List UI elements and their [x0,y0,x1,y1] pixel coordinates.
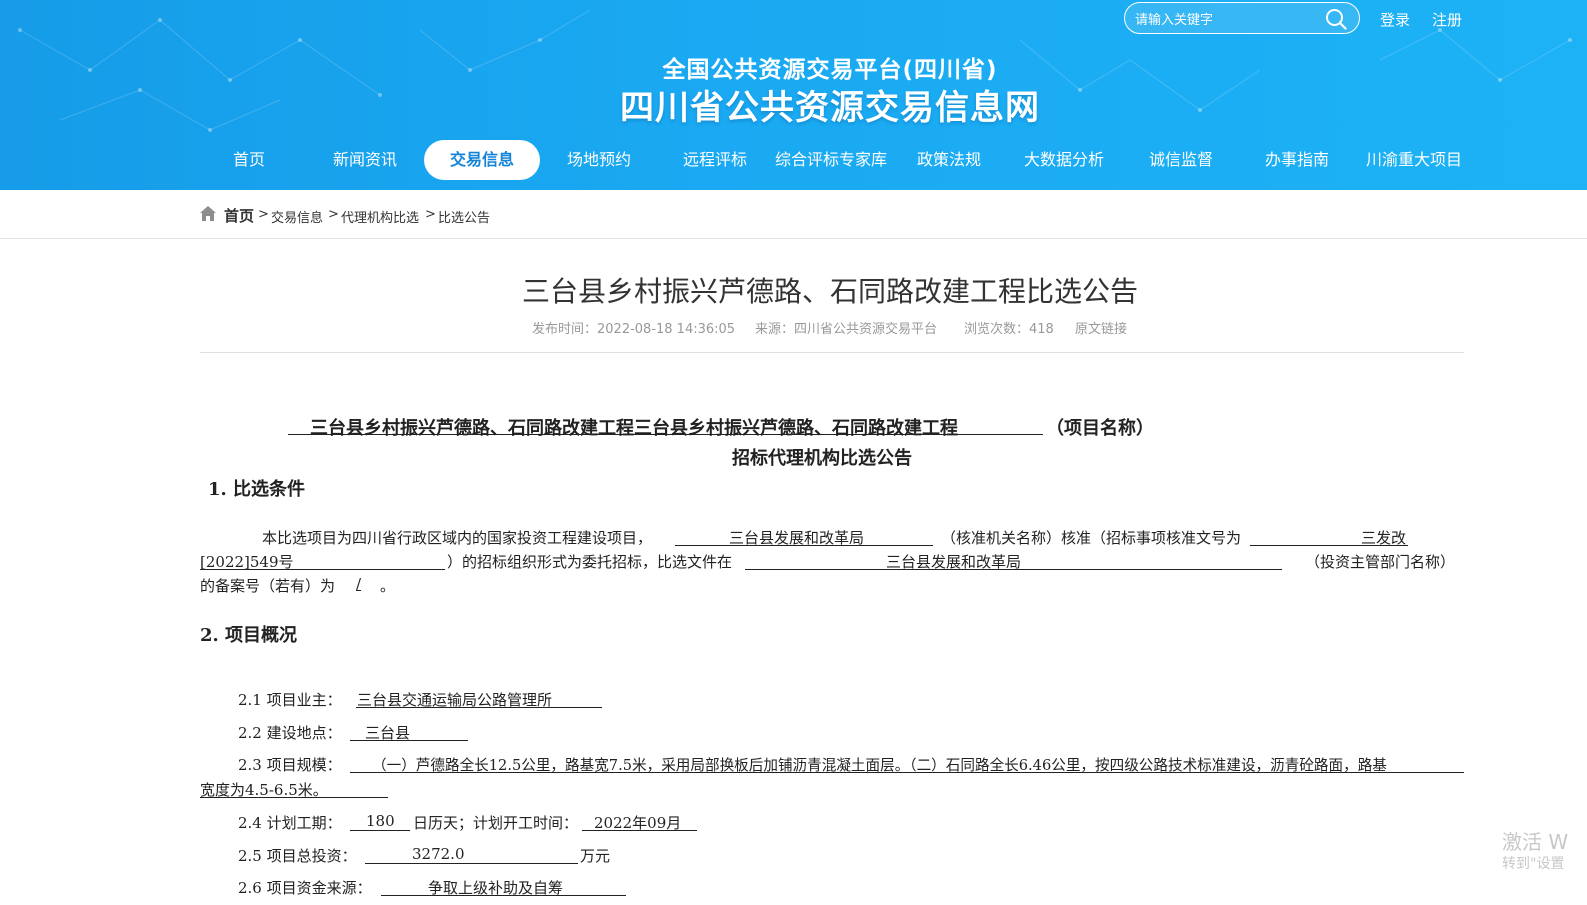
nav-trade-info[interactable]: 交易信息 [424,140,540,180]
breadcrumb-separator: > [258,207,269,222]
breadcrumb-current: 比选公告 [438,211,491,226]
nav-credit-supervision[interactable]: 诚信监督 [1132,140,1230,180]
title-divider [200,352,1464,353]
nav-news[interactable]: 新闻资讯 [316,140,414,180]
item-2-5-value: 3272.0 [412,845,465,863]
p1-text-e: 的备案号（若有）为 [200,577,336,595]
p1-text-a: 本比选项目为四川省行政区域内的国家投资工程建设项目， [262,529,653,547]
original-link[interactable]: 原文链接 [1075,318,1127,337]
p1-dept: 三台县发展和改革局 [886,553,1022,571]
view-count: 浏览次数：418 [964,322,1054,337]
p1-text-c: ）的招标组织形式为委托招标，比选文件在 [447,553,733,571]
p1-docno-a: 三发改 [1361,529,1407,547]
publish-time: 发布时间：2022-08-18 14:36:05 [532,322,736,337]
item-2-4-mid: 日历天；计划开工时间： [413,814,579,832]
activation-watermark-hint: 转到"设置 [1502,856,1565,872]
p1-docno-b: [2022]549号 [200,553,294,571]
item-2-4-start: 2022年09月 [594,814,682,832]
item-2-6-label: 2.6 项目资金来源： [238,879,372,897]
nav-home[interactable]: 首页 [200,140,298,180]
breadcrumb-trade-info[interactable]: 交易信息 [271,207,323,226]
p1-text-b: （核准机关名称）核准（招标事项核准文号为 [941,529,1242,547]
doc-heading-suffix: （项目名称） [1046,418,1154,439]
nav-expert-library[interactable]: 综合评标专家库 [772,140,890,180]
search-icon[interactable] [1325,8,1347,30]
login-link[interactable]: 登录 [1380,9,1410,30]
nav-guide[interactable]: 办事指南 [1248,140,1346,180]
item-2-5-underline [365,863,578,864]
breadcrumb-agency-selection[interactable]: 代理机构比选 [341,207,419,226]
nav-remote-evaluation[interactable]: 远程评标 [666,140,764,180]
breadcrumb-separator: > [328,207,339,222]
breadcrumb-separator: > [425,207,436,222]
item-2-3-value: （一）芦德路全长12.5公里，路基宽7.5米，采用局部换板后加铺沥青混凝土面层。… [372,757,1387,774]
breadcrumb-home[interactable]: 首页 [224,205,254,226]
section1-title: 1. 比选条件 [208,479,306,500]
article-title: 三台县乡村振兴芦德路、石同路改建工程比选公告 [521,275,1138,308]
item-2-5-label: 2.5 项目总投资： [238,847,357,865]
p1-text-d: （投资主管部门名称） [1305,553,1456,571]
register-link[interactable]: 注册 [1432,9,1462,30]
search-box [1124,2,1360,34]
item-2-1-label: 2.1 项目业主： [238,691,342,709]
item-2-4-days: 180 [366,812,395,830]
item-2-3-value-cont: 宽度为4.5-6.5米。 [200,781,328,799]
breadcrumb: 首页 > 交易信息 > 代理机构比选 > 比选公告 [0,190,1587,239]
item-2-2-label: 2.2 建设地点： [238,724,342,742]
nav-chuanyu-projects[interactable]: 川渝重大项目 [1362,140,1466,180]
activation-watermark: 激活 W [1502,830,1569,854]
site-header: 登录 注册 全国公共资源交易平台(四川省) 四川省公共资源交易信息网 首页 新闻… [0,0,1587,190]
nav-big-data[interactable]: 大数据分析 [1014,140,1114,180]
item-2-6-value: 争取上级补助及自筹 [428,879,564,897]
nav-venue-booking[interactable]: 场地预约 [550,140,648,180]
item-2-4-label: 2.4 计划工期： [238,814,342,832]
site-title: 四川省公共资源交易信息网 [620,88,1040,128]
p1-end: 。 [380,577,396,595]
search-input[interactable] [1133,9,1317,31]
doc-heading-line2: 招标代理机构比选公告 [732,448,912,469]
p1-agency: 三台县发展和改革局 [729,529,865,547]
doc-heading-project: 三台县乡村振兴芦德路、石同路改建工程三台县乡村振兴芦德路、石同路改建工程 [310,418,958,439]
item-2-3-label: 2.3 项目规模： [238,756,342,774]
item-2-5-unit: 万元 [580,847,611,865]
article-source: 来源：四川省公共资源交易平台 [755,322,938,337]
section2-title: 2. 项目概况 [200,625,298,646]
platform-subtitle: 全国公共资源交易平台(四川省) [662,57,998,83]
nav-policy[interactable]: 政策法规 [900,140,998,180]
item-2-4-underline [350,830,410,831]
p1-record: / [356,575,362,593]
home-icon [200,206,216,221]
item-2-2-value: 三台县 [365,724,411,742]
item-2-1-value: 三台县交通运输局公路管理所 [357,691,553,709]
